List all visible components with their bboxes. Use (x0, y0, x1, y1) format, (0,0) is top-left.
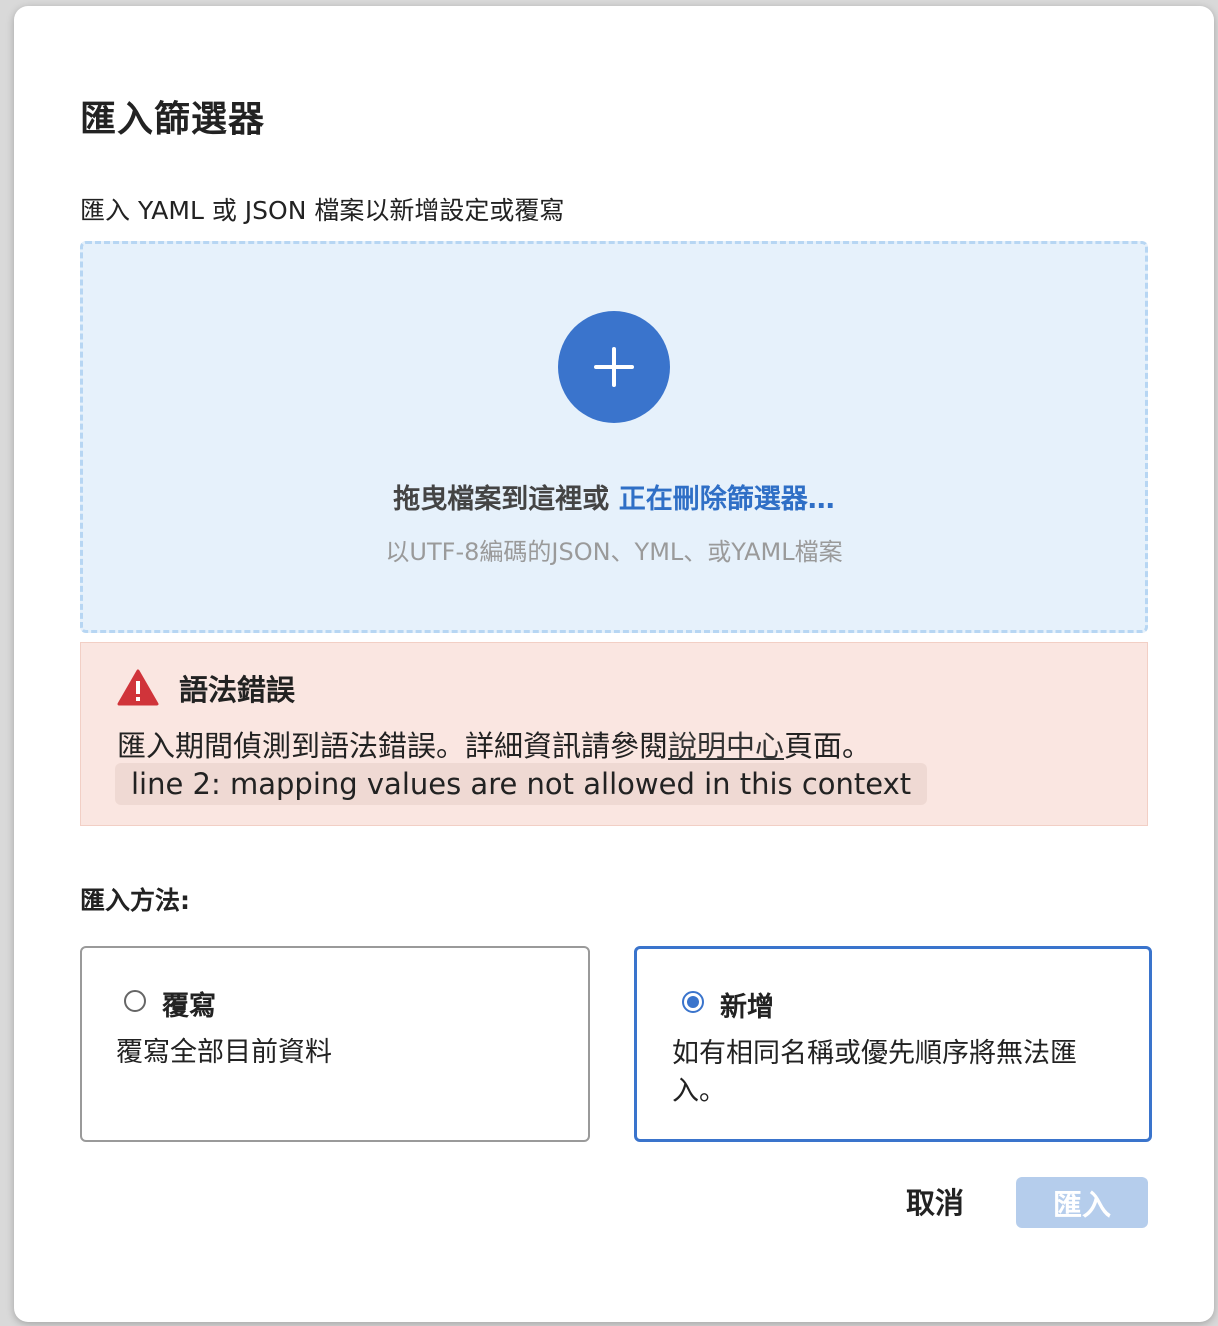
radio-overwrite[interactable] (124, 990, 146, 1012)
error-code: line 2: mapping values are not allowed i… (115, 763, 928, 805)
option-desc-overwrite: 覆寫全部目前資料 (116, 1037, 332, 1068)
cancel-button[interactable]: 取消 (886, 1176, 984, 1226)
error-message-prefix: 匯入期間偵測到語法錯誤。詳細資訊請參閱 (117, 729, 669, 763)
dropzone-prompt-text: 拖曳檔案到這裡或 (393, 484, 619, 515)
import-filters-dialog: 匯入篩選器 匯入 YAML 或 JSON 檔案以新增設定或覆寫 拖曳檔案到這裡或… (14, 6, 1214, 1322)
option-title-add: 新增 (720, 992, 774, 1023)
error-message: 匯入期間偵測到語法錯誤。詳細資訊請參閱說明中心頁面。 (117, 723, 871, 765)
dropzone-prompt: 拖曳檔案到這裡或 正在刪除篩選器… (83, 477, 1145, 516)
radio-add[interactable] (682, 991, 704, 1013)
option-card-overwrite[interactable]: 覆寫 覆寫全部目前資料 (80, 946, 590, 1142)
warning-icon (117, 669, 159, 706)
option-title-overwrite: 覆寫 (162, 991, 216, 1022)
dialog-subtitle: 匯入 YAML 或 JSON 檔案以新增設定或覆寫 (80, 196, 565, 225)
error-title: 語法錯誤 (179, 673, 296, 707)
plus-icon[interactable] (558, 311, 670, 423)
import-button[interactable]: 匯入 (1016, 1177, 1148, 1228)
browse-files-link[interactable]: 正在刪除篩選器… (619, 484, 835, 515)
help-center-link[interactable]: 說明中心 (668, 729, 784, 763)
dropzone-hint: 以UTF-8編碼的JSON、YML、或YAML檔案 (385, 538, 843, 566)
import-method-label: 匯入方法: (80, 886, 190, 915)
option-card-add[interactable]: 新增 如有相同名稱或優先順序將無法匯入。 (634, 946, 1152, 1142)
error-message-suffix: 頁面。 (784, 729, 872, 763)
option-desc-add: 如有相同名稱或優先順序將無法匯入。 (672, 1038, 1077, 1107)
dialog-title: 匯入篩選器 (80, 99, 266, 140)
file-dropzone[interactable]: 拖曳檔案到這裡或 正在刪除篩選器… 以UTF-8編碼的JSON、YML、或YAM… (80, 241, 1148, 633)
syntax-error-alert: 語法錯誤 匯入期間偵測到語法錯誤。詳細資訊請參閱說明中心頁面。 line 2: … (80, 642, 1148, 826)
